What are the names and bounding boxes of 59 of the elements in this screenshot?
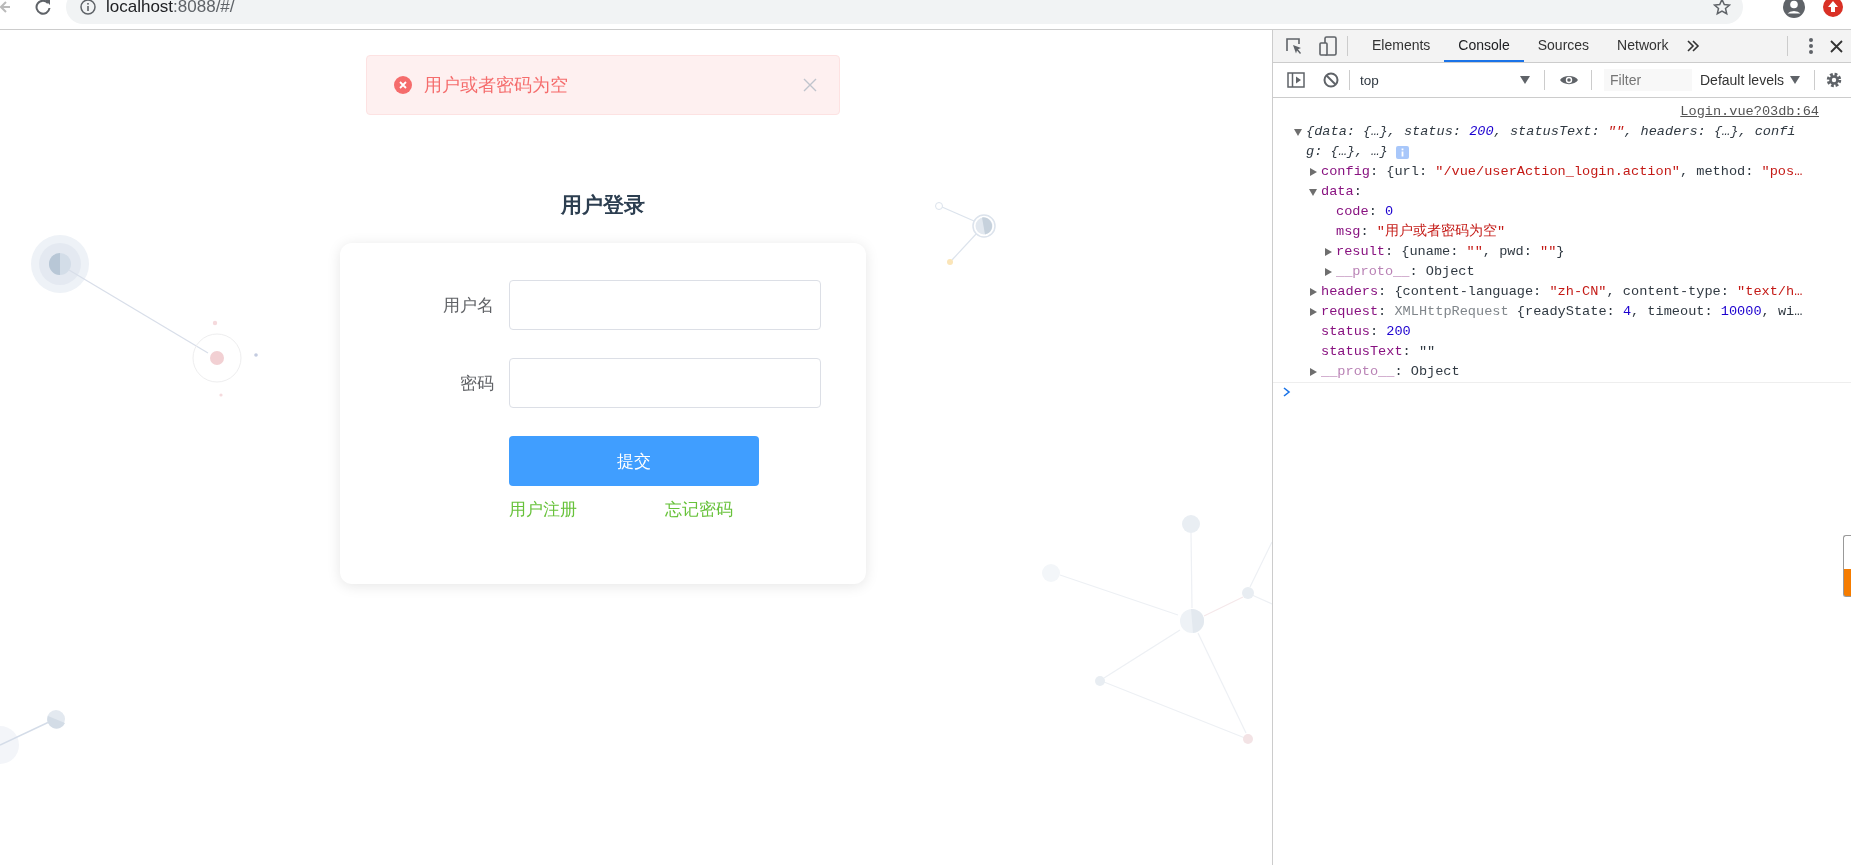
triangle-icon[interactable] (1309, 168, 1317, 176)
page-title: 用户登录 (561, 193, 645, 217)
context-select[interactable]: top (1360, 68, 1534, 92)
input-field[interactable] (509, 358, 821, 408)
log-levels-select[interactable]: Default levels (1700, 72, 1801, 88)
console-line: g: {…}, …} (1306, 143, 1388, 161)
info-icon (80, 0, 96, 15)
devtools-tab[interactable]: Elements (1358, 30, 1445, 62)
console-line: request: XMLHttpRequest {readyState: 4, timeout: 10000, wi… (1321, 303, 1803, 321)
inspect-icon[interactable] (1285, 37, 1303, 55)
console-line: headers: {content-language: "zh-CN", content-type: "text/h… (1321, 283, 1803, 301)
devtools-tab[interactable]: Network (1603, 30, 1683, 62)
star-icon[interactable] (1713, 0, 1731, 16)
device-icon[interactable] (1319, 36, 1337, 56)
console-line: code: 0 (1336, 203, 1394, 221)
scroll-indicator[interactable] (1843, 535, 1851, 597)
triangle-icon[interactable] (1294, 128, 1302, 136)
url-host: localhost (106, 0, 174, 17)
console-line: status: 200 (1321, 323, 1411, 341)
console-line: __proto__: Object (1336, 263, 1475, 281)
console-line: config: {url: "/vue/userAction_login.action", method: "pos… (1321, 163, 1803, 181)
network-drawing (935, 202, 996, 265)
alert-message: 用户或者密码为空 (424, 74, 569, 97)
triangle-icon[interactable] (1309, 288, 1317, 296)
upload-icon[interactable] (1823, 0, 1843, 17)
avatar-icon[interactable] (1783, 0, 1805, 18)
input-field[interactable] (509, 280, 821, 330)
console-line: {data: {…}, status: 200, statusText: "", headers: {…}, confi (1306, 123, 1796, 141)
console-line: data: (1321, 183, 1362, 201)
dropdown-arrow-icon (1520, 76, 1530, 84)
triangle-icon[interactable] (1309, 308, 1317, 316)
triangle-icon[interactable] (1309, 188, 1317, 196)
console-line: __proto__: Object (1321, 363, 1460, 381)
field-label: 密码 (459, 372, 495, 395)
more-tabs-icon[interactable] (1686, 40, 1701, 52)
close-icon[interactable] (1830, 39, 1843, 53)
clear-console-icon[interactable] (1323, 72, 1339, 88)
filter-field[interactable]: Filter (1604, 69, 1692, 91)
console-line: result: {uname: "", pwd: ""} (1336, 243, 1565, 261)
kebab-menu-icon[interactable] (1808, 37, 1814, 55)
url-path: :8088/#/ (173, 0, 235, 17)
triangle-icon[interactable] (1309, 368, 1317, 376)
address-bar[interactable]: localhost:8088/#/ (66, 0, 1743, 24)
reload-icon[interactable] (34, 0, 52, 16)
eye-icon[interactable] (1559, 73, 1579, 87)
dropdown-arrow-icon (1790, 76, 1801, 84)
source-link[interactable]: Login.vue?03db:64 (1680, 102, 1819, 122)
error-icon (394, 76, 412, 94)
console-line: statusText: "" (1321, 343, 1436, 361)
prompt-chevron-icon (1283, 387, 1291, 397)
triangle-icon[interactable] (1324, 248, 1332, 256)
devtools-tab[interactable]: Sources (1523, 30, 1604, 62)
settings-icon[interactable] (1825, 71, 1844, 89)
triangle-icon[interactable] (1324, 268, 1332, 276)
sidebar-toggle-icon[interactable] (1287, 72, 1305, 88)
info-badge-icon (1395, 145, 1409, 159)
network-drawing (0, 710, 65, 764)
console-line: msg: "用户或者密码为空" (1336, 222, 1506, 241)
field-label: 用户名 (442, 294, 495, 317)
